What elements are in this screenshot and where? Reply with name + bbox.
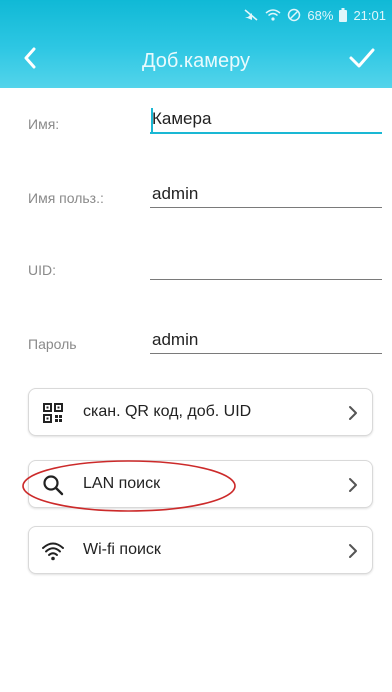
scan-qr-button[interactable]: скан. QR код, доб. UID bbox=[28, 388, 373, 436]
wifi-search-button[interactable]: Wi-fi поиск bbox=[28, 526, 373, 574]
name-row: Имя: bbox=[0, 92, 392, 152]
page-title: Доб.камеру bbox=[142, 50, 250, 72]
chevron-right-icon bbox=[349, 478, 357, 492]
battery-percent: 68% bbox=[307, 7, 334, 23]
do-not-disturb-icon bbox=[287, 8, 301, 22]
uid-input[interactable] bbox=[150, 252, 382, 280]
username-label: Имя польз.: bbox=[28, 190, 104, 206]
name-label: Имя: bbox=[28, 116, 60, 132]
lan-search-label: LAN поиск bbox=[83, 475, 161, 492]
confirm-button[interactable] bbox=[346, 44, 378, 72]
search-icon bbox=[41, 473, 65, 497]
chevron-right-icon bbox=[349, 406, 357, 420]
battery-icon bbox=[339, 8, 348, 22]
wifi-search-label: Wi-fi поиск bbox=[83, 541, 161, 558]
qr-code-icon bbox=[41, 401, 65, 425]
username-row: Имя польз.: bbox=[0, 166, 392, 226]
password-input[interactable] bbox=[150, 326, 382, 354]
name-input[interactable] bbox=[150, 106, 382, 134]
password-row: Пароль bbox=[0, 312, 392, 372]
wifi-status-icon bbox=[265, 8, 281, 22]
app-header: 68% 21:01 Доб.камеру bbox=[0, 0, 392, 88]
text-cursor bbox=[151, 108, 153, 132]
status-bar: 68% 21:01 bbox=[243, 0, 386, 30]
wifi-icon bbox=[41, 539, 65, 563]
password-label: Пароль bbox=[28, 336, 77, 352]
mute-icon bbox=[243, 8, 259, 22]
status-time: 21:01 bbox=[353, 7, 386, 23]
username-input[interactable] bbox=[150, 180, 382, 208]
uid-label: UID: bbox=[28, 262, 56, 278]
checkmark-icon bbox=[349, 48, 375, 68]
scan-qr-label: скан. QR код, доб. UID bbox=[83, 403, 252, 420]
uid-row: UID: bbox=[0, 238, 392, 298]
lan-search-button[interactable]: LAN поиск bbox=[28, 460, 373, 508]
chevron-right-icon bbox=[349, 544, 357, 558]
